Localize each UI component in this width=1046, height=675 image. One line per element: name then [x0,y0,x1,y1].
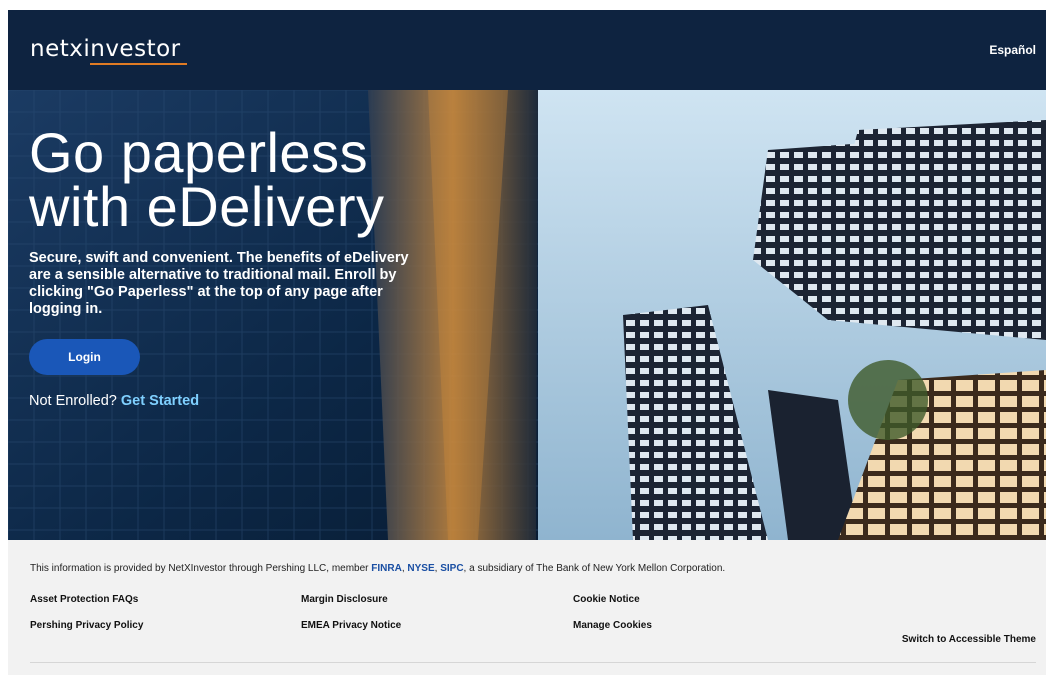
enroll-prompt: Not Enrolled? Get Started [29,393,199,409]
language-switch-link[interactable]: Español [989,43,1036,57]
hero-description: Secure, swift and convenient. The benefi… [29,250,409,317]
login-button[interactable]: Login [29,339,140,375]
get-started-link[interactable]: Get Started [121,393,199,409]
cookie-notice-link[interactable]: Cookie Notice [573,594,640,605]
asset-protection-faqs-link[interactable]: Asset Protection FAQs [30,594,138,605]
site-footer: This information is provided by NetXInve… [8,540,1046,675]
hero-banner: Go paperless with eDelivery Secure, swif… [8,90,1046,540]
sipc-link[interactable]: SIPC [440,563,463,574]
finra-link[interactable]: FINRA [371,563,402,574]
manage-cookies-link[interactable]: Manage Cookies [573,620,652,631]
footer-disclaimer: This information is provided by NetXInve… [30,563,726,574]
site-header: netxinvestor Español [8,10,1046,90]
logo-accent-underline [90,63,187,65]
accessible-theme-link[interactable]: Switch to Accessible Theme [902,634,1036,645]
footer-divider [30,662,1036,663]
nyse-link[interactable]: NYSE [407,563,434,574]
pershing-privacy-policy-link[interactable]: Pershing Privacy Policy [30,620,143,631]
page: netxinvestor Español Go paperless with e… [8,10,1046,675]
enroll-prompt-text: Not Enrolled? [29,393,117,409]
margin-disclosure-link[interactable]: Margin Disclosure [301,594,388,605]
disclaimer-suffix: , a subsidiary of The Bank of New York M… [463,563,726,574]
netxinvestor-logo[interactable]: netxinvestor [30,36,181,62]
disclaimer-prefix: This information is provided by NetXInve… [30,563,369,574]
hero-title: Go paperless with eDelivery [29,121,385,238]
emea-privacy-notice-link[interactable]: EMEA Privacy Notice [301,620,401,631]
